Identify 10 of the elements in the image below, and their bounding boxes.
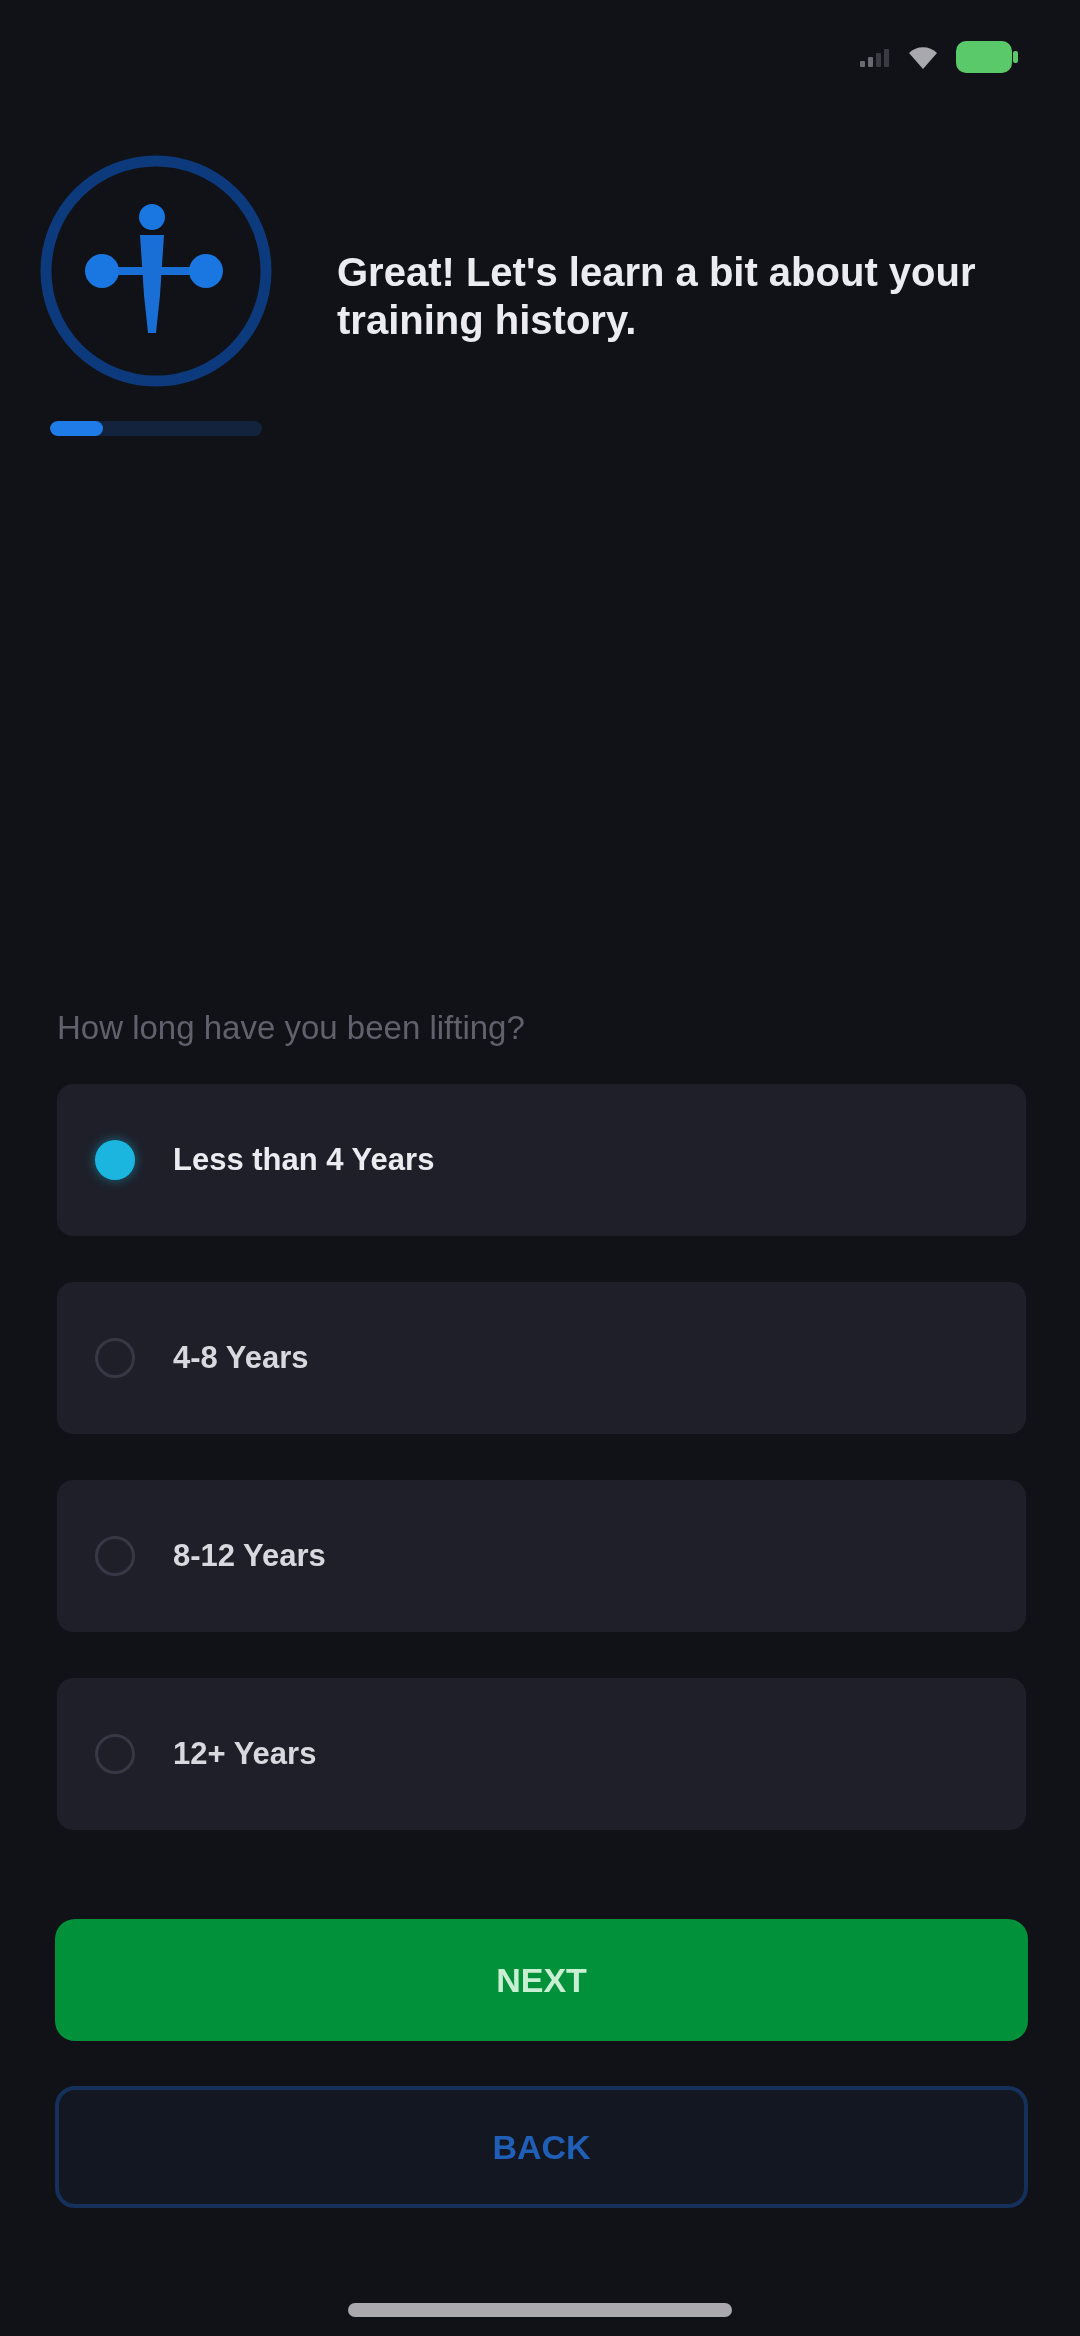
signal-icon: [860, 47, 890, 67]
answer-option[interactable]: 8-12 Years: [57, 1480, 1026, 1632]
battery-icon: [956, 41, 1018, 73]
answer-option[interactable]: Less than 4 Years: [57, 1084, 1026, 1236]
title-text: Great! Let's learn a bit about your training history.: [337, 249, 977, 344]
answer-option[interactable]: 12+ Years: [57, 1678, 1026, 1830]
answer-option[interactable]: 4-8 Years: [57, 1282, 1026, 1434]
wifi-icon: [908, 45, 938, 69]
question-label: How long have you been lifting?: [57, 1008, 526, 1048]
person-logo-icon: [40, 155, 272, 387]
